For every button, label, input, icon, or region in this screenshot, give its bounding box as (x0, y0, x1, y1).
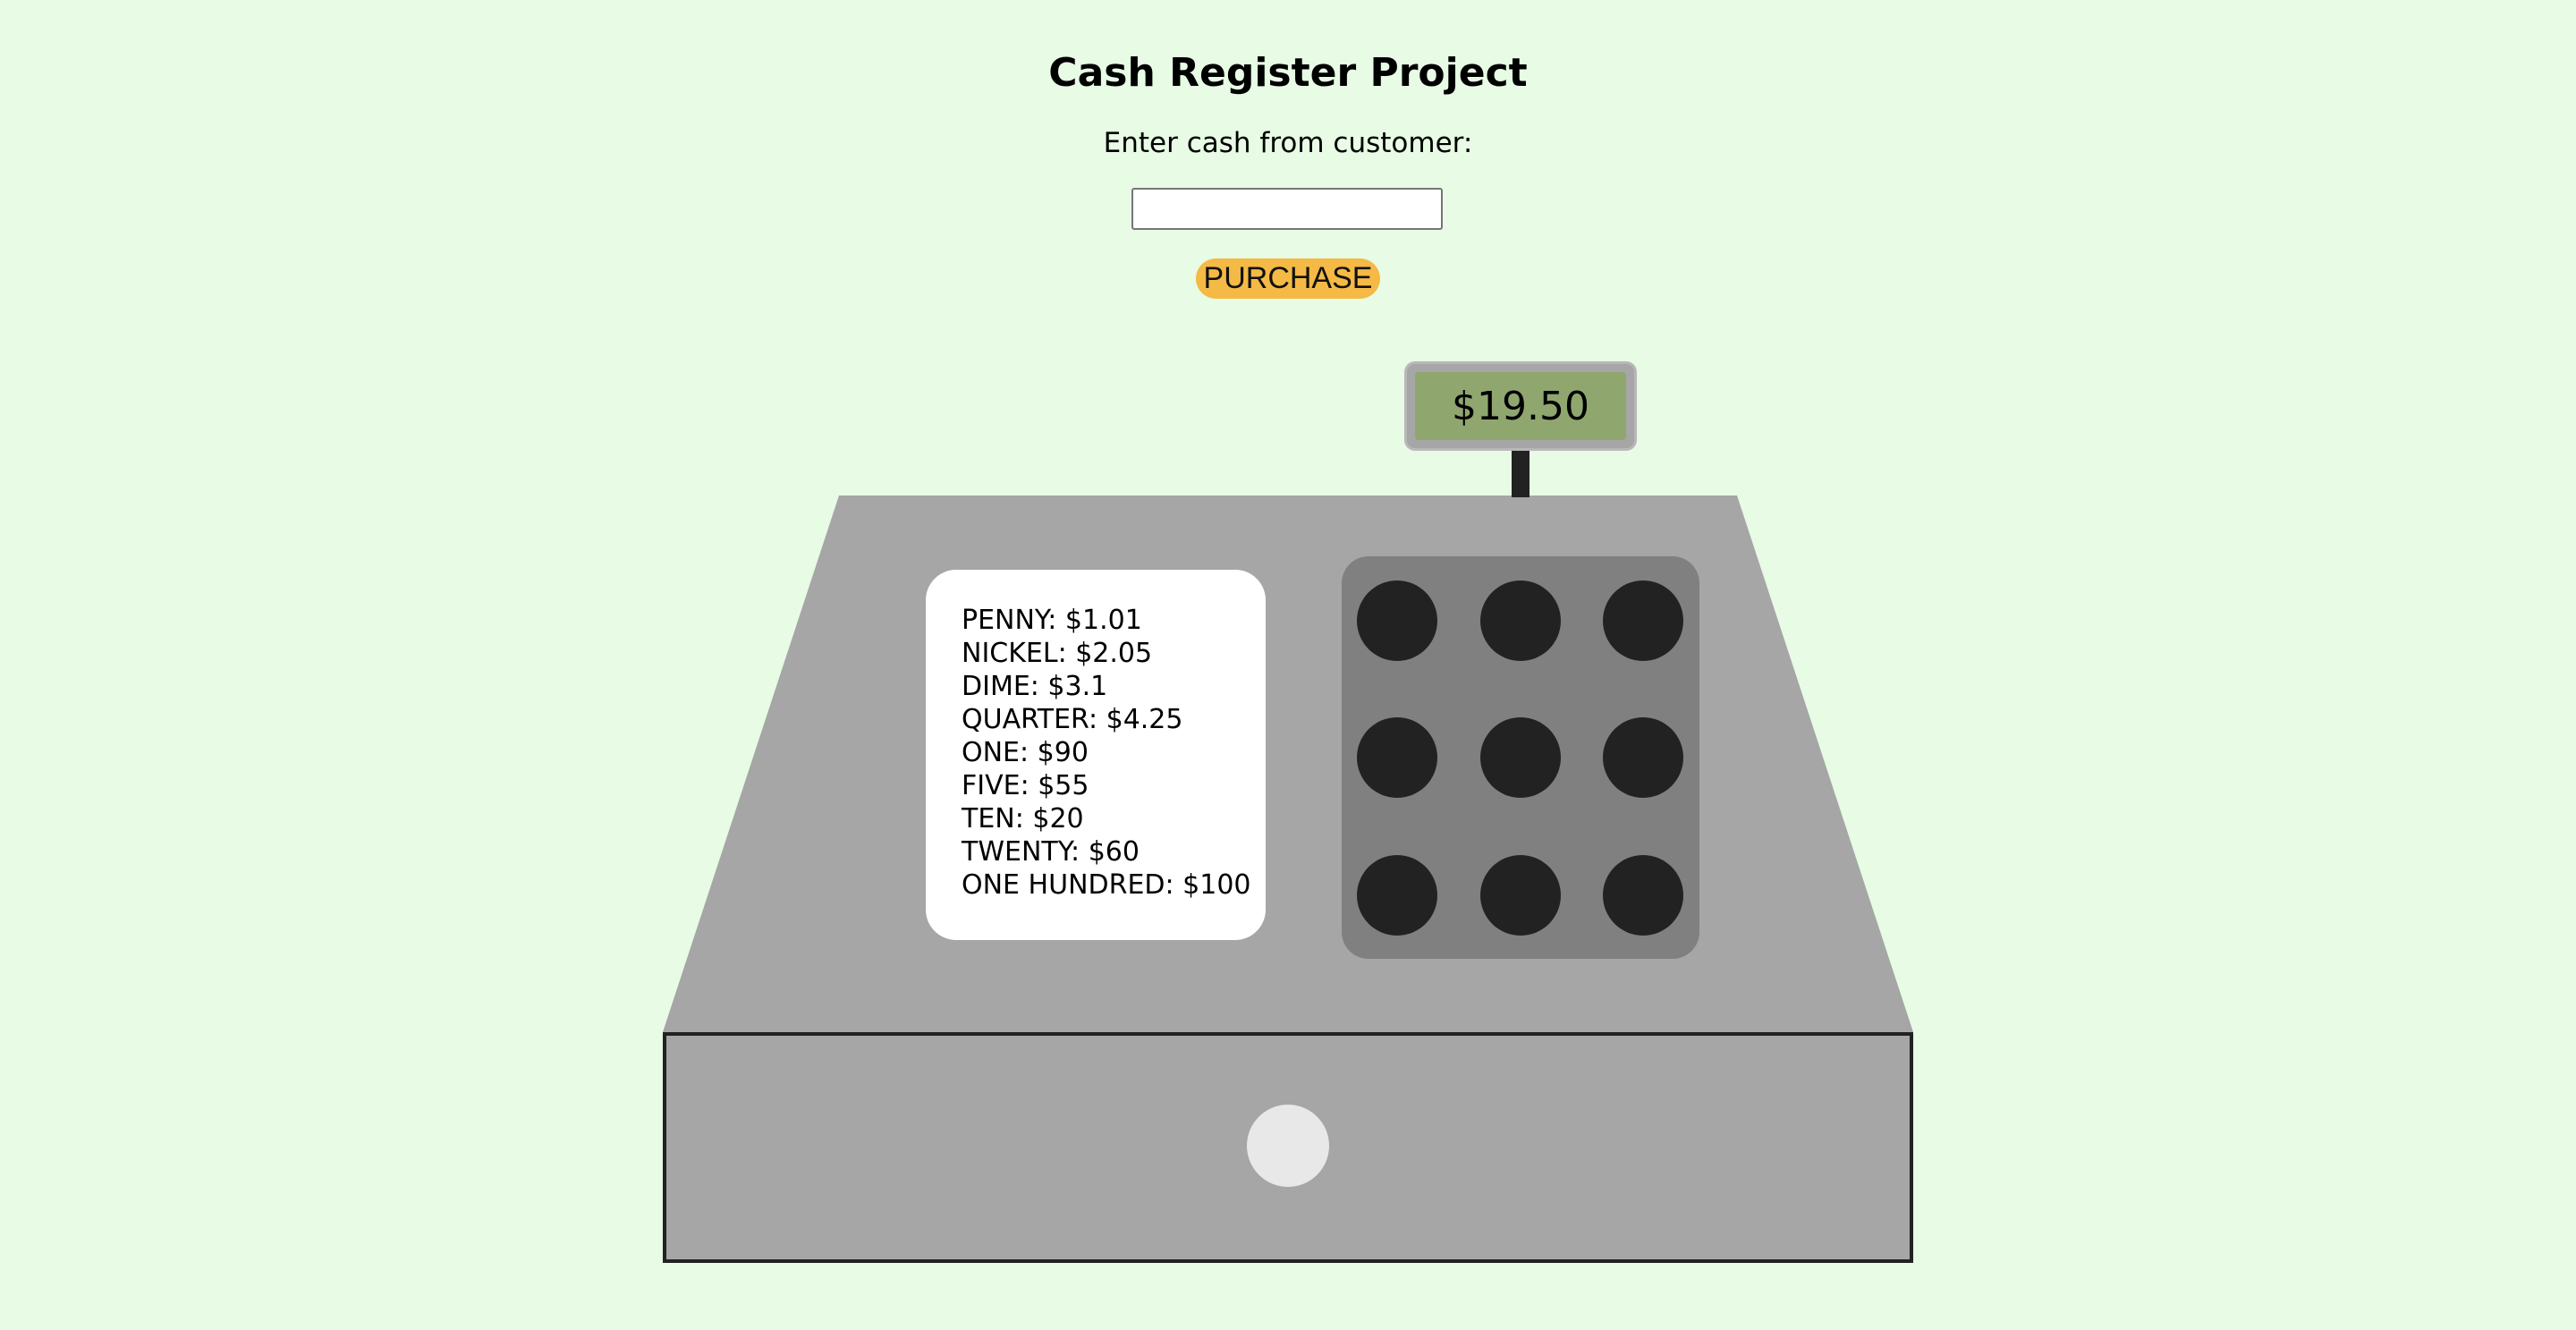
drawer-line-dime: DIME: $3.1 (962, 671, 1108, 702)
keypad-key-9[interactable] (1603, 855, 1683, 936)
keypad (1342, 556, 1699, 959)
keypad-key-4[interactable] (1357, 717, 1437, 798)
drawer-line-one-hundred: ONE HUNDRED: $100 (962, 869, 1251, 901)
display-pole (1512, 445, 1530, 497)
keypad-key-3[interactable] (1603, 580, 1683, 661)
price-display-screen: $19.50 (1415, 372, 1626, 440)
keypad-key-8[interactable] (1480, 855, 1561, 936)
price-display: $19.50 (1404, 361, 1637, 451)
drawer-line-twenty: TWENTY: $60 (962, 836, 1140, 868)
drawer-line-quarter: QUARTER: $4.25 (962, 704, 1183, 735)
drawer-line-penny: PENNY: $1.01 (962, 605, 1142, 636)
keypad-key-2[interactable] (1480, 580, 1561, 661)
cash-in-drawer-panel: PENNY: $1.01 NICKEL: $2.05 DIME: $3.1 QU… (926, 570, 1266, 940)
cash-register-page: Cash Register Project Enter cash from cu… (0, 0, 2576, 1330)
register-top-panel (663, 496, 1913, 1032)
drawer-line-nickel: NICKEL: $2.05 (962, 638, 1153, 669)
keypad-key-1[interactable] (1357, 580, 1437, 661)
keypad-key-6[interactable] (1603, 717, 1683, 798)
keypad-key-7[interactable] (1357, 855, 1437, 936)
drawer-line-ten: TEN: $20 (962, 803, 1084, 834)
keypad-key-5[interactable] (1480, 717, 1561, 798)
drawer-line-five: FIVE: $55 (962, 770, 1089, 801)
drawer-line-one: ONE: $90 (962, 737, 1089, 768)
drawer-knob[interactable] (1247, 1105, 1329, 1187)
